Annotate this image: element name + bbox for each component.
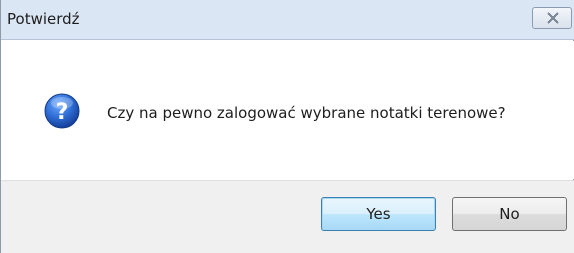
no-button[interactable]: No (452, 197, 567, 231)
confirm-dialog: Potwierdź ? Czy na pewno zalogować wybra… (0, 0, 574, 253)
dialog-content: ? Czy na pewno zalogować wybrane notatki… (1, 41, 574, 179)
title-bar[interactable]: Potwierdź (1, 0, 574, 40)
question-icon: ? (44, 93, 80, 129)
close-icon (547, 12, 559, 24)
dialog-title: Potwierdź (7, 10, 80, 28)
button-bar: Yes No (1, 180, 574, 253)
svg-text:?: ? (56, 100, 69, 125)
close-button[interactable] (532, 7, 572, 29)
yes-button[interactable]: Yes (321, 197, 436, 231)
confirmation-message: Czy na pewno zalogować wybrane notatki t… (107, 104, 506, 122)
